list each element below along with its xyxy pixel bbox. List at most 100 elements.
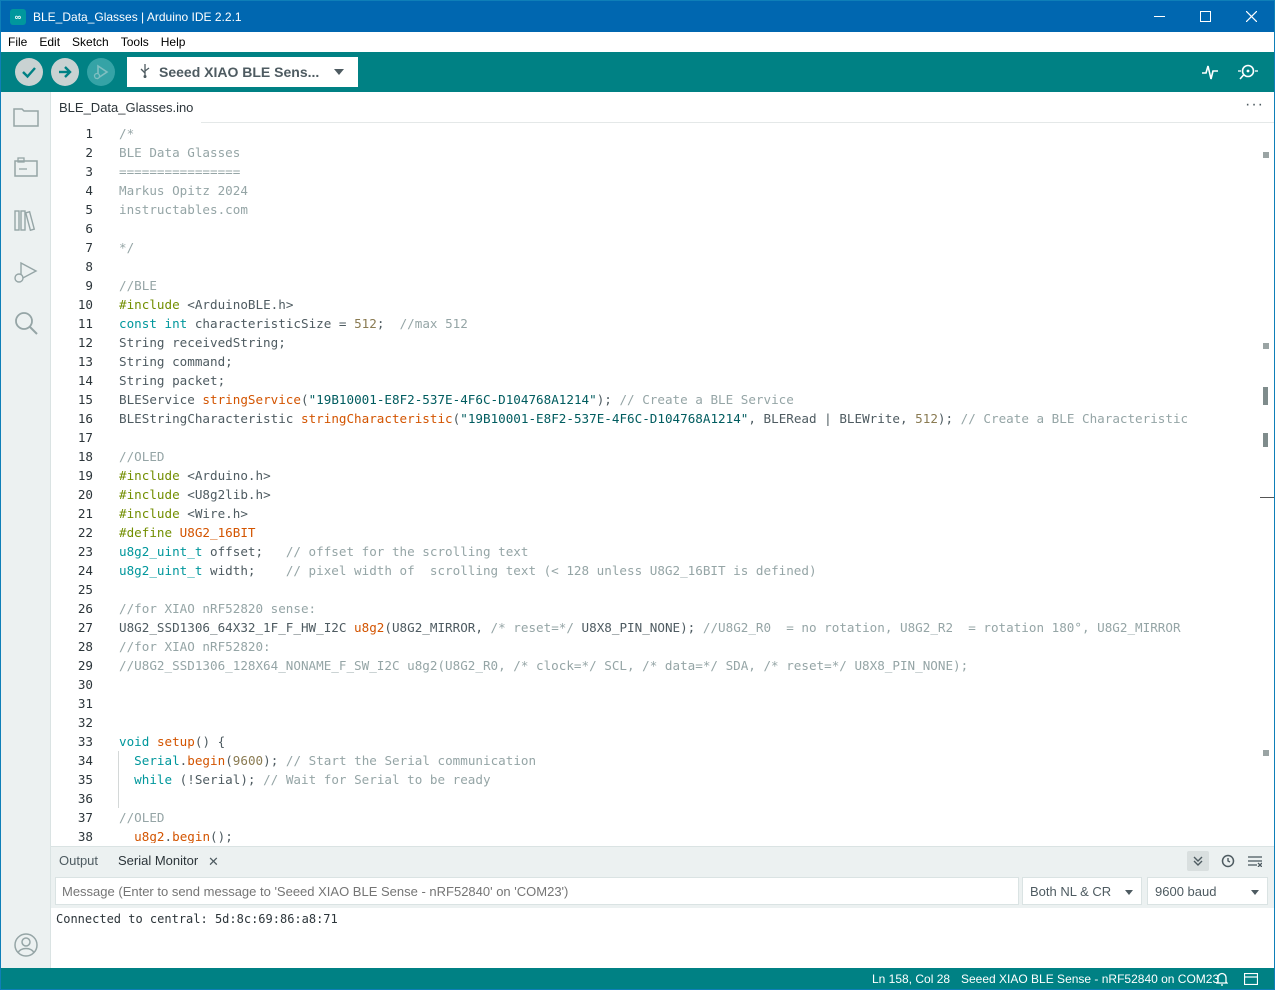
code-text: #include <ArduinoBLE.h> [119, 295, 293, 314]
menu-help[interactable]: Help [154, 35, 191, 49]
code-line[interactable]: 5 instructables.com [51, 200, 1261, 219]
code-text: u8g2.begin(); [119, 827, 233, 843]
debug-button[interactable] [87, 58, 115, 86]
menu-sketch[interactable]: Sketch [65, 35, 114, 49]
code-line[interactable]: 31 [51, 694, 1261, 713]
code-line[interactable]: 20 #include <U8g2lib.h> [51, 485, 1261, 504]
code-line[interactable]: 27 U8G2_SSD1306_64X32_1F_F_HW_I2C u8g2(U8… [51, 618, 1261, 637]
code-token: String command; [119, 354, 233, 369]
code-line[interactable]: 7 */ [51, 238, 1261, 257]
code-line[interactable]: 2 BLE Data Glasses [51, 143, 1261, 162]
bell-icon[interactable] [1214, 971, 1230, 987]
menu-tools[interactable]: Tools [114, 35, 154, 49]
scroll-marker [1263, 750, 1269, 756]
board-manager-icon[interactable] [13, 155, 39, 181]
code-text: //U8G2_SSD1306_128X64_NONAME_F_SW_I2C u8… [119, 656, 968, 675]
minimize-button[interactable] [1136, 1, 1182, 32]
board-selector[interactable]: Seeed XIAO BLE Sens... [127, 57, 358, 87]
toggle-panel-icon[interactable] [1243, 971, 1259, 987]
code-editor[interactable]: 1 /* 2 BLE Data Glasses 3 ================ 4 Ma… [51, 123, 1274, 843]
library-icon[interactable] [13, 207, 39, 233]
code-line[interactable]: 6 [51, 219, 1261, 238]
line-ending-select[interactable]: Both NL & CR [1022, 877, 1142, 905]
code-line[interactable]: 23 u8g2_uint_t offset; // offset for the … [51, 542, 1261, 561]
code-line[interactable]: 25 [51, 580, 1261, 599]
code-line[interactable]: 29 //U8G2_SSD1306_128X64_NONAME_F_SW_I2C … [51, 656, 1261, 675]
code-line[interactable]: 18 //OLED [51, 447, 1261, 466]
clear-output-icon[interactable] [1244, 851, 1266, 871]
more-icon[interactable]: ··· [1245, 96, 1264, 114]
folder-icon[interactable] [13, 104, 39, 130]
menu-file[interactable]: File [1, 35, 32, 49]
code-line[interactable]: 11 const int characteristicSize = 512; //… [51, 314, 1261, 333]
code-line[interactable]: 35 while (!Serial); // Wait for Serial t… [51, 770, 1261, 789]
code-text: String packet; [119, 371, 225, 390]
line-number: 34 [77, 753, 93, 768]
menu-edit[interactable]: Edit [32, 35, 65, 49]
baud-rate-value: 9600 baud [1155, 883, 1217, 899]
code-line[interactable]: 24 u8g2_uint_t width; // pixel width of s… [51, 561, 1261, 580]
chevron-double-down-icon[interactable] [1187, 851, 1209, 871]
code-line[interactable]: 10 #include <ArduinoBLE.h> [51, 295, 1261, 314]
scroll-marker [1263, 343, 1269, 349]
tab-ble-data-glasses[interactable]: BLE_Data_Glasses.ino [51, 92, 202, 123]
code-line[interactable]: 22 #define U8G2_16BIT [51, 523, 1261, 542]
code-line[interactable]: 30 [51, 675, 1261, 694]
code-line[interactable]: 16 BLEStringCharacteristic stringCharacte… [51, 409, 1261, 428]
tab-output[interactable]: Output [59, 853, 98, 868]
status-board[interactable]: Seeed XIAO BLE Sense - nRF52840 on COM23 [961, 972, 1219, 986]
serial-plotter-button[interactable] [1198, 60, 1222, 84]
code-line[interactable]: 17 [51, 428, 1261, 447]
title-bar: ∞ BLE_Data_Glasses | Arduino IDE 2.2.1 [1, 1, 1274, 32]
close-icon[interactable]: ✕ [208, 854, 219, 870]
code-line[interactable]: 4 Markus Opitz 2024 [51, 181, 1261, 200]
code-line[interactable]: 38 u8g2.begin(); [51, 827, 1261, 843]
code-token: ( [300, 392, 309, 407]
code-token: //for XIAO nRF52820 sense: [119, 601, 317, 616]
debug-icon[interactable] [13, 259, 39, 285]
upload-button[interactable] [51, 58, 79, 86]
verify-button[interactable] [15, 58, 43, 86]
serial-monitor-button[interactable] [1236, 60, 1260, 84]
indent-guide [118, 751, 119, 808]
code-line[interactable]: 37 //OLED [51, 808, 1261, 827]
line-number: 37 [77, 810, 93, 825]
cursor-position[interactable]: Ln 158, Col 28 [872, 972, 950, 986]
search-icon[interactable] [13, 310, 39, 336]
line-number: 4 [85, 183, 93, 198]
code-token: setup [156, 734, 195, 749]
code-line[interactable]: 1 /* [51, 124, 1261, 143]
code-line[interactable]: 21 #include <Wire.h> [51, 504, 1261, 523]
code-line[interactable]: 32 [51, 713, 1261, 732]
code-line[interactable]: 19 #include <Arduino.h> [51, 466, 1261, 485]
account-icon[interactable] [13, 932, 39, 958]
debug-icon [93, 64, 109, 80]
maximize-button[interactable] [1182, 1, 1228, 32]
code-line[interactable]: 14 String packet; [51, 371, 1261, 390]
serial-message-input[interactable] [55, 877, 1019, 905]
code-line[interactable]: 28 //for XIAO nRF52820: [51, 637, 1261, 656]
timestamp-icon[interactable] [1217, 851, 1239, 871]
code-line[interactable]: 13 String command; [51, 352, 1261, 371]
tab-serial-monitor[interactable]: Serial Monitor [118, 853, 198, 868]
baud-rate-select[interactable]: 9600 baud [1147, 877, 1268, 905]
code-line[interactable]: 9 //BLE [51, 276, 1261, 295]
code-line[interactable]: 15 BLEService stringService("19B10001-E8F… [51, 390, 1261, 409]
code-line[interactable]: 12 String receivedString; [51, 333, 1261, 352]
code-token: #include [119, 487, 180, 502]
toolbar: Seeed XIAO BLE Sens... [1, 52, 1274, 92]
code-line[interactable]: 3 ================ [51, 162, 1261, 181]
code-line[interactable]: 8 [51, 257, 1261, 276]
editor-scrollbar-thumb[interactable] [1263, 387, 1268, 405]
code-token: void [119, 734, 150, 749]
code-line[interactable]: 33 void setup() { [51, 732, 1261, 751]
code-token: // Create a BLE Characteristic [960, 411, 1189, 426]
plotter-icon [1202, 65, 1218, 80]
line-number: 12 [77, 335, 93, 350]
close-window-button[interactable] [1228, 1, 1274, 32]
code-line[interactable]: 34 Serial.begin(9600); // Start the Seri… [51, 751, 1261, 770]
code-line[interactable]: 26 //for XIAO nRF52820 sense: [51, 599, 1261, 618]
code-line[interactable]: 36 [51, 789, 1261, 808]
